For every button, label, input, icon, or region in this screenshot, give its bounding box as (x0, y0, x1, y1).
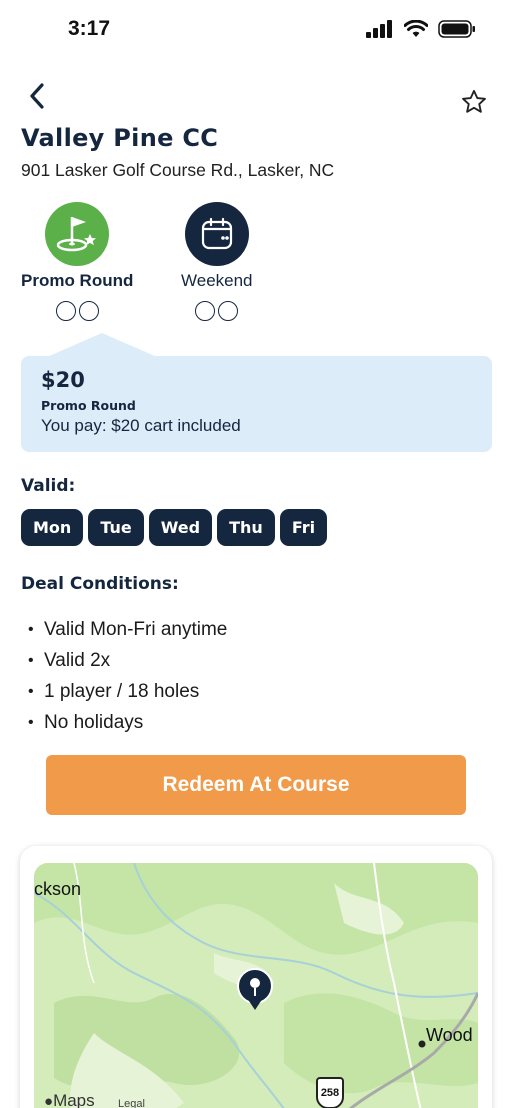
status-bar: 3:17 (0, 0, 512, 60)
price-card: $20 Promo Round You pay: $20 cart includ… (21, 333, 492, 452)
golf-flag-icon (56, 217, 97, 252)
battery-icon (438, 20, 475, 38)
maps-brand: ●Maps (44, 1091, 95, 1108)
status-icons (366, 20, 476, 38)
weekend-icon-circle (184, 202, 249, 266)
apple-logo-icon: ● (44, 1093, 54, 1108)
deal-conditions-label: Deal Conditions: (21, 574, 179, 594)
condition-text: 1 player / 18 holes (44, 680, 200, 702)
valid-days: Mon Tue Wed Thu Fri (21, 509, 328, 546)
price-value: $20 (41, 368, 85, 392)
condition-text: Valid 2x (44, 649, 111, 671)
list-item: • Valid Mon-Fri anytime (28, 618, 228, 640)
tab-weekend[interactable]: Weekend (181, 202, 253, 321)
calendar-icon (201, 217, 232, 250)
course-address: 901 Lasker Golf Course Rd., Lasker, NC (21, 160, 335, 180)
maps-brand-text: Maps (53, 1091, 95, 1108)
day-chip-fri: Fri (279, 509, 328, 546)
price-card-pointer (47, 333, 157, 357)
day-chip-wed: Wed (148, 509, 213, 546)
usage-dot (218, 301, 239, 321)
map-view[interactable]: ckson Wood 258 ●Maps Legal (34, 863, 478, 1108)
promo-round-icon-circle (45, 202, 110, 266)
map-card: ckson Wood 258 ●Maps Legal (20, 846, 492, 1108)
cellular-signal-icon (366, 20, 392, 38)
chevron-left-icon (30, 83, 44, 109)
list-item: • 1 player / 18 holes (28, 680, 200, 702)
maps-legal-link[interactable]: Legal (118, 1098, 145, 1108)
back-button[interactable] (22, 80, 52, 112)
map-place-label-right: Wood (426, 1025, 473, 1045)
favorite-button[interactable] (460, 88, 488, 116)
condition-text: Valid Mon-Fri anytime (44, 618, 228, 640)
price-type: Promo Round (41, 398, 136, 413)
tab-weekend-label: Weekend (181, 271, 253, 290)
tab-promo-round-label: Promo Round (21, 271, 134, 290)
route-shield: 258 (316, 1077, 344, 1108)
list-item: • No holidays (28, 711, 144, 733)
map-place-label-left: ckson (34, 879, 82, 899)
day-chip-tue: Tue (88, 509, 144, 546)
star-outline-icon (462, 89, 486, 113)
course-title: Valley Pine CC (21, 124, 219, 152)
price-you-pay: You pay: $20 cart included (41, 416, 241, 435)
usage-dot (78, 301, 99, 321)
list-item: • Valid 2x (28, 649, 111, 671)
day-chip-thu: Thu (217, 509, 275, 546)
location-pin-icon (237, 968, 273, 1010)
map-pin[interactable] (237, 968, 273, 1012)
route-shield-number: 258 (320, 1087, 340, 1099)
redeem-button[interactable]: Redeem At Course (46, 755, 466, 815)
day-chip-mon: Mon (21, 509, 84, 546)
condition-text: No holidays (44, 711, 144, 733)
deal-conditions-list: • Valid Mon-Fri anytime • Valid 2x • 1 play… (28, 614, 227, 738)
usage-dot (195, 301, 216, 321)
usage-dot (55, 301, 76, 321)
valid-label: Valid: (21, 476, 76, 496)
tab-promo-round[interactable]: Promo Round (21, 202, 133, 321)
usage-dots (195, 301, 239, 321)
wifi-icon (404, 20, 428, 37)
status-time: 3:17 (68, 17, 111, 40)
usage-dots (55, 301, 99, 321)
